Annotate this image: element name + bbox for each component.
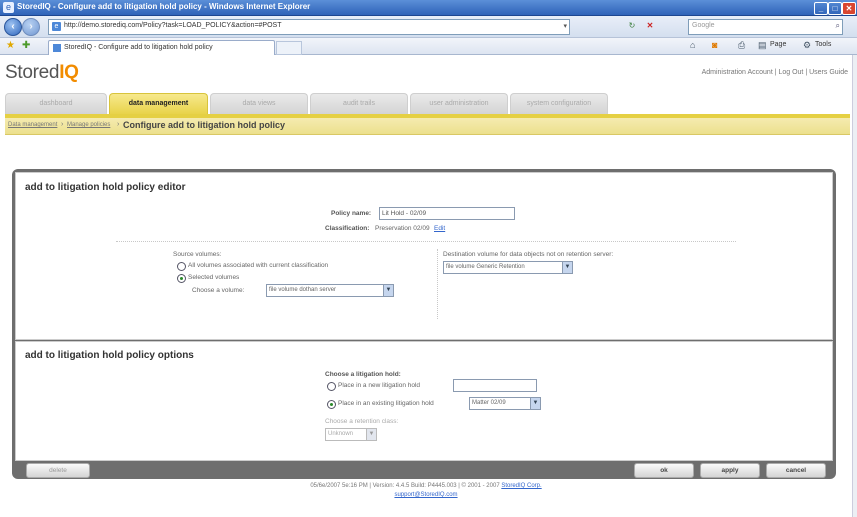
tools-menu[interactable]: Tools (815, 41, 831, 48)
destination-value: file volume Generic Retention (446, 264, 525, 270)
tab-dashboard[interactable]: dashboard (5, 93, 107, 114)
tab-data-management[interactable]: data management (109, 93, 208, 114)
logo-text: Stored (5, 62, 60, 83)
radio-new-hold-label: Place in a new litigation hold (338, 382, 421, 389)
tab-audit-trails[interactable]: audit trails (310, 93, 408, 114)
breadcrumb-data-management[interactable]: Data management (8, 122, 57, 128)
print-icon[interactable]: ⎙ (738, 40, 745, 51)
stop-icon[interactable]: ✕ (645, 21, 655, 31)
page-icon: e (52, 22, 61, 31)
feeds-icon[interactable]: ◙ (712, 40, 717, 50)
editor-panel: add to litigation hold policy editor Pol… (15, 172, 833, 340)
footer-version: 05/6e/2007 5e:16 PM | Version: 4.4.5 Bui… (310, 483, 502, 489)
breadcrumb-separator: › (61, 121, 64, 128)
top-links[interactable]: Administration Account | Log Out | Users… (702, 69, 848, 76)
existing-hold-value: Matter 02/09 (472, 400, 506, 406)
tab-system-configuration[interactable]: system configuration (510, 93, 608, 114)
back-arrow-icon[interactable]: ‹ (4, 18, 22, 36)
ie-icon: e (3, 2, 14, 13)
tab-user-administration[interactable]: user administration (410, 93, 508, 114)
browser-tab[interactable]: StoredIQ - Configure add to litigation h… (48, 40, 275, 55)
radio-selected-volumes-label: Selected volumes (188, 274, 240, 281)
page-scrollbar[interactable] (852, 55, 857, 517)
tools-icon[interactable]: ⚙ (803, 40, 811, 51)
favorites-star-icon[interactable]: ★ (6, 40, 15, 51)
logo-accent: IQ (59, 62, 79, 83)
classification-edit-link[interactable]: Edit (434, 225, 445, 232)
choose-volume-label: Choose a volume: (192, 287, 245, 294)
window-title: StoredIQ - Configure add to litigation h… (17, 2, 311, 11)
existing-hold-select[interactable]: Matter 02/09 ▼ (469, 397, 541, 410)
apply-button[interactable]: apply (700, 463, 760, 478)
window-titlebar: e StoredIQ - Configure add to litigation… (0, 0, 857, 16)
classification-label: Classification: (325, 225, 370, 232)
form-frame: add to litigation hold policy editor Pol… (12, 169, 836, 479)
chevron-down-icon: ▼ (562, 262, 572, 273)
browser-navbar: ‹ › e http://demo.storediq.com/Policy?ta… (0, 16, 857, 38)
retention-label: Choose a retention class: (325, 418, 399, 425)
retention-value: Unknown (328, 431, 354, 437)
radio-new-hold[interactable] (327, 382, 336, 391)
classification-value: Preservation 02/09 (375, 225, 430, 232)
choose-hold-label: Choose a litigation hold: (325, 371, 401, 378)
source-volumes-label: Source volumes: (173, 251, 222, 258)
new-tab-button[interactable] (276, 41, 302, 55)
destination-select[interactable]: file volume Generic Retention ▼ (443, 261, 573, 274)
delete-button[interactable]: delete (26, 463, 90, 478)
browser-tab-title: StoredIQ - Configure add to litigation h… (64, 44, 213, 51)
radio-existing-hold[interactable] (327, 400, 336, 409)
home-icon[interactable]: ⌂ (690, 40, 695, 50)
destination-label: Destination volume for data objects not … (443, 251, 614, 258)
footer-line-2: support@StoredIQ.com (0, 491, 852, 500)
choose-volume-select[interactable]: file volume dothan server ▼ (266, 284, 394, 297)
choose-volume-value: file volume dothan server (269, 287, 337, 293)
cancel-button[interactable]: cancel (766, 463, 826, 478)
add-favorite-icon[interactable]: ✚ (22, 40, 30, 51)
search-placeholder: Google (692, 22, 715, 29)
radio-selected-volumes[interactable] (177, 274, 186, 283)
radio-existing-hold-label: Place in an existing litigation hold (338, 400, 434, 407)
address-text: http://demo.storediq.com/Policy?task=LOA… (64, 22, 282, 29)
page-content: StoredIQ Administration Account | Log Ou… (0, 55, 852, 517)
storediq-logo: StoredIQ (5, 62, 79, 84)
chevron-down-icon: ▼ (530, 398, 540, 409)
refresh-icon[interactable]: ↻ (627, 21, 637, 31)
tab-page-icon (53, 44, 61, 52)
policy-name-input[interactable]: Lit Hold - 02/09 (379, 207, 515, 220)
breadcrumb-manage-policies[interactable]: Manage policies (67, 122, 110, 128)
maximize-button[interactable]: □ (828, 2, 842, 15)
radio-all-volumes-label: All volumes associated with current clas… (188, 262, 329, 269)
breadcrumb-separator: › (117, 121, 120, 128)
footer-support-link[interactable]: support@StoredIQ.com (394, 492, 457, 498)
forward-arrow-icon[interactable]: › (22, 18, 40, 36)
search-icon[interactable]: ⌕ (836, 21, 840, 31)
page-icon[interactable]: ▤ (758, 40, 767, 51)
options-panel: add to litigation hold policy options Ch… (15, 341, 833, 461)
column-divider (437, 249, 438, 319)
minimize-button[interactable]: _ (814, 2, 828, 15)
chevron-down-icon: ▼ (383, 285, 393, 296)
browser-tabbar: ★ ✚ StoredIQ - Configure add to litigati… (0, 38, 857, 55)
retention-select[interactable]: Unknown ▼ (325, 428, 377, 441)
footer-line-1: 05/6e/2007 5e:16 PM | Version: 4.4.5 Bui… (0, 482, 852, 491)
new-hold-input[interactable] (453, 379, 537, 392)
chevron-down-icon: ▼ (366, 429, 376, 440)
section-divider (116, 241, 736, 242)
page-menu[interactable]: Page (770, 41, 786, 48)
search-input[interactable]: Google ⌕ (688, 19, 843, 35)
breadcrumb: Data management › Manage policies › Conf… (5, 118, 850, 135)
close-button[interactable]: ✕ (842, 2, 856, 15)
page-title: Configure add to litigation hold policy (123, 120, 285, 130)
editor-title: add to litigation hold policy editor (25, 182, 186, 193)
radio-all-volumes[interactable] (177, 262, 186, 271)
footer: 05/6e/2007 5e:16 PM | Version: 4.4.5 Bui… (0, 482, 852, 500)
footer-company-link[interactable]: StoredIQ Corp. (501, 483, 541, 489)
ok-button[interactable]: ok (634, 463, 694, 478)
policy-name-label: Policy name: (331, 210, 372, 217)
options-title: add to litigation hold policy options (25, 350, 194, 361)
chevron-down-icon[interactable]: ▾ (563, 22, 567, 30)
address-bar[interactable]: e http://demo.storediq.com/Policy?task=L… (48, 19, 570, 35)
tab-data-views[interactable]: data views (210, 93, 308, 114)
